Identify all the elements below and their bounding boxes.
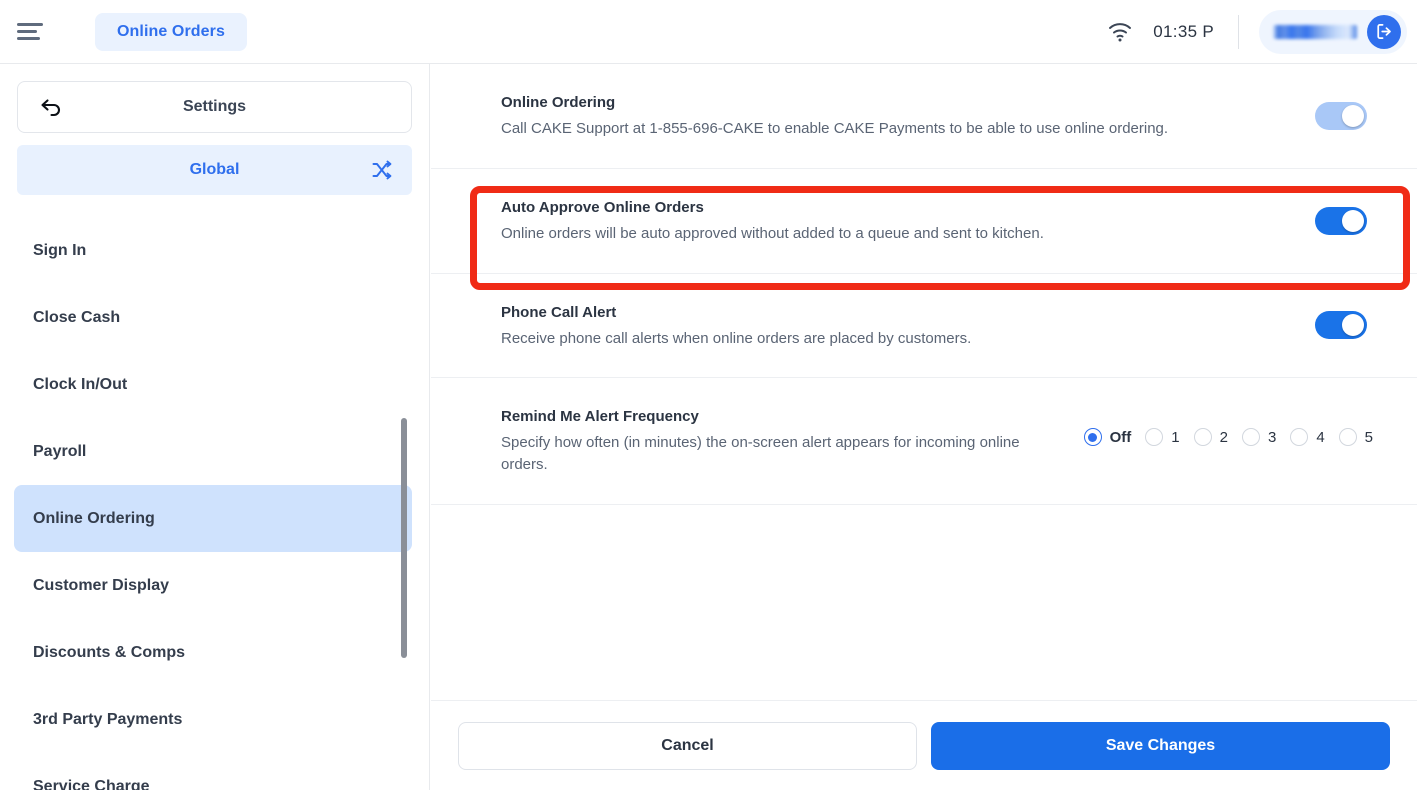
- setting-row: Phone Call Alert Receive phone call alert…: [431, 274, 1417, 379]
- back-arrow-icon[interactable]: [38, 94, 64, 120]
- radio-label: Off: [1109, 428, 1132, 446]
- cancel-button[interactable]: Cancel: [458, 721, 918, 770]
- wifi-icon: [1105, 17, 1135, 47]
- sidebar-item-discounts-comps[interactable]: Discounts & Comps: [0, 619, 429, 686]
- global-label: Global: [189, 161, 240, 178]
- radio-circle: [1338, 428, 1357, 447]
- setting-title: Online Ordering: [501, 94, 616, 111]
- radio-label: 3: [1267, 428, 1277, 446]
- setting-title: Auto Approve Online Orders: [501, 198, 704, 216]
- setting-title: Phone Call Alert: [501, 303, 617, 321]
- radio-circle: [1290, 428, 1309, 447]
- save-changes-button[interactable]: Save Changes: [931, 721, 1390, 770]
- action-footer: Cancel Save Changes: [431, 700, 1417, 790]
- settings-content-panel: Online Ordering Call CAKE Support at 1-85…: [431, 64, 1417, 790]
- setting-description: Receive phone call alerts when online or…: [501, 329, 972, 347]
- radio-option-3[interactable]: 3: [1241, 428, 1277, 447]
- toggle-switch[interactable]: [1315, 101, 1367, 130]
- sidebar-item-service-charge[interactable]: Service Charge: [0, 753, 429, 790]
- radio-option-5[interactable]: 5: [1338, 428, 1373, 447]
- radio-dot: [1088, 432, 1098, 442]
- sidebar-item-label: Service Charge: [33, 777, 150, 790]
- sidebar-item-label: 3rd Party Payments: [33, 710, 183, 728]
- global-scope-selector[interactable]: Global: [17, 145, 412, 195]
- toggle-knob: [1342, 209, 1364, 232]
- toggle-switch[interactable]: [1315, 206, 1367, 235]
- radio-circle: [1145, 428, 1164, 447]
- radio-circle: [1193, 428, 1212, 447]
- radio-option-1[interactable]: 1: [1145, 428, 1180, 447]
- sidebar-item-customer-display[interactable]: Customer Display: [0, 552, 429, 619]
- shuffle-icon[interactable]: [370, 158, 394, 182]
- radio-circle: [1241, 428, 1260, 447]
- header-divider: [1238, 14, 1239, 49]
- radio-option-off[interactable]: Off: [1083, 428, 1132, 447]
- header-right-cluster: 01:35 P: [1105, 0, 1417, 63]
- logout-icon[interactable]: [1367, 14, 1401, 49]
- sidebar-item-label: Sign In: [33, 241, 87, 259]
- setting-description: Specify how often (in minutes) the on-sc…: [501, 434, 1020, 473]
- sidebar-scrollbar[interactable]: [401, 418, 407, 658]
- sidebar-item-label: Online Ordering: [33, 509, 155, 527]
- settings-nav-list: Sign In Close Cash Clock In/Out Payroll Onli…: [0, 217, 429, 790]
- setting-row: Online Ordering Call CAKE Support at 1-85…: [431, 64, 1417, 169]
- settings-title: Settings: [182, 98, 247, 115]
- radio-label: 1: [1171, 428, 1180, 446]
- sidebar-item-online-ordering[interactable]: Online Ordering: [14, 485, 412, 552]
- radio-option-2[interactable]: 2: [1193, 428, 1228, 447]
- radio-circle: [1083, 428, 1102, 447]
- sidebar-item-3rd-party-payments[interactable]: 3rd Party Payments: [0, 686, 429, 753]
- settings-rows: Online Ordering Call CAKE Support at 1-85…: [431, 64, 1417, 505]
- radio-label: 2: [1219, 428, 1228, 446]
- sidebar-item-label: Close Cash: [33, 308, 121, 326]
- hamburger-icon[interactable]: [12, 14, 48, 50]
- sidebar-item-label: Clock In/Out: [33, 375, 128, 393]
- settings-header-button[interactable]: Settings: [17, 81, 412, 133]
- alert-frequency-radio-group: Off 1 2 3 4 5: [1083, 428, 1373, 447]
- top-header: Online Orders 01:35 P: [0, 0, 1417, 64]
- user-name-blurred: [1273, 24, 1357, 39]
- radio-label: 5: [1364, 428, 1373, 446]
- user-account-chip[interactable]: [1259, 9, 1407, 54]
- setting-description: Call CAKE Support at 1-855-696-CAKE to e…: [501, 120, 1169, 137]
- sidebar-item-label: Customer Display: [33, 576, 170, 594]
- page-title-chip[interactable]: Online Orders: [95, 12, 247, 51]
- app-root: Online Orders 01:35 P Settings Global Si…: [0, 0, 1417, 790]
- setting-row: Auto Approve Online Orders Online orders …: [431, 169, 1417, 274]
- sidebar-item-label: Discounts & Comps: [33, 643, 186, 661]
- sidebar-item-label: Payroll: [33, 442, 87, 460]
- toggle-switch[interactable]: [1315, 311, 1367, 340]
- settings-sidebar: Settings Global Sign In Close Cash Clock I…: [0, 64, 430, 790]
- setting-title: Remind Me Alert Frequency: [501, 408, 699, 426]
- toggle-knob: [1342, 104, 1364, 127]
- radio-label: 4: [1316, 428, 1325, 446]
- radio-option-4[interactable]: 4: [1290, 428, 1325, 447]
- clock-time: 01:35 P: [1153, 21, 1214, 41]
- toggle-knob: [1342, 314, 1364, 337]
- sidebar-item-clock-in-out[interactable]: Clock In/Out: [0, 351, 429, 418]
- setting-description: Online orders will be auto approved with…: [501, 224, 1044, 242]
- setting-row: Remind Me Alert Frequency Specify how oft…: [431, 378, 1417, 505]
- sidebar-item-payroll[interactable]: Payroll: [0, 418, 429, 485]
- sidebar-item-close-cash[interactable]: Close Cash: [0, 284, 429, 351]
- sidebar-item-sign-in[interactable]: Sign In: [0, 217, 429, 284]
